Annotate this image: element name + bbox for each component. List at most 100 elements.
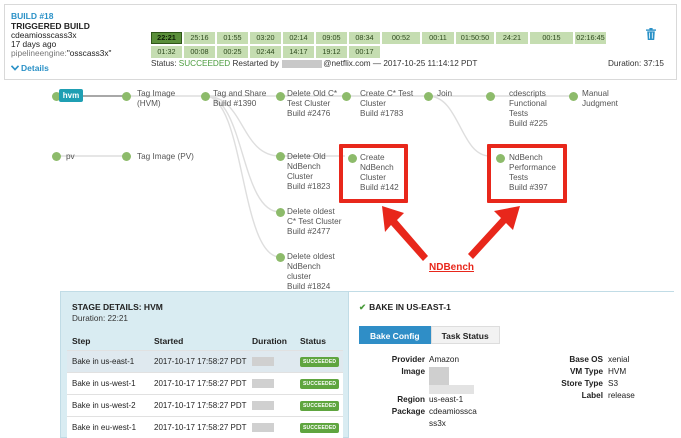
bake-fields-right-values: xenial HVM S3 release — [608, 355, 668, 415]
stage-duration-chip[interactable]: 00:08 — [184, 46, 215, 58]
stage-details-left: STAGE DETAILS: HVM Duration: 22:21 Step … — [61, 292, 347, 438]
field-value-provider: Amazon — [429, 355, 460, 364]
bake-fields-right-keys: Base OS VM Type Store Type Label — [529, 355, 603, 415]
field-key-label: Label — [581, 391, 603, 400]
field-key-base-os: Base OS — [569, 355, 603, 364]
stage-details-title: STAGE DETAILS: HVM — [72, 302, 163, 312]
stage-duration-chip[interactable]: 00:11 — [422, 32, 454, 44]
step-status: SUCCEEDED — [295, 349, 343, 372]
stage-duration-chip[interactable]: 00:52 — [382, 32, 420, 44]
stage-duration-chip[interactable]: 02:16:45 — [575, 32, 606, 44]
tab-bake-config[interactable]: Bake Config — [359, 326, 431, 344]
table-row[interactable]: Bake in eu-west-1 2017-10-17 17:58:27 PD… — [67, 415, 343, 438]
stage-duration-chip[interactable]: 02:14 — [283, 32, 314, 44]
step-duration — [247, 415, 295, 438]
check-icon: ✔ — [359, 302, 367, 312]
engine-label: pipelineengine: — [11, 48, 67, 58]
field-key-package: Package — [391, 407, 425, 416]
field-key-region: Region — [397, 395, 425, 404]
field-value-base-os: xenial — [608, 355, 630, 364]
field-value-package-cont: ss3x — [429, 419, 446, 428]
step-duration — [247, 349, 295, 372]
stage-duration-chip[interactable]: 01:32 — [151, 46, 182, 58]
bake-tabs: Bake Config Task Status — [359, 326, 500, 344]
status-badge: SUCCEEDED — [300, 378, 340, 389]
pipeline-engine: pipelineengine:"osscass3x" — [11, 49, 111, 58]
stage-duration-chip[interactable]: 08:34 — [349, 32, 380, 44]
restarted-by: Restarted by — [232, 59, 279, 68]
stage-duration-chip[interactable]: 25:16 — [184, 32, 215, 44]
arrow-to-create-ndbench — [382, 206, 428, 261]
build-card: BUILD #18 TRIGGERED BUILD cdeamiosscass3… — [4, 4, 677, 80]
step-name: Bake in us-west-2 — [67, 393, 149, 416]
stage-duration-chip[interactable]: 19:12 — [316, 46, 347, 58]
col-duration: Duration — [247, 332, 295, 350]
bake-details: ✔ BAKE IN US-EAST-1 Bake Config Task Stat… — [348, 292, 675, 438]
status-line: Status: SUCCEEDED Restarted by @netflix.… — [151, 59, 477, 69]
stage-duration: Duration: 22:21 — [72, 314, 128, 323]
field-key-store-type: Store Type — [561, 379, 603, 388]
bake-fields-left-keys: Provider Image Region Package — [349, 355, 425, 435]
step-status: SUCCEEDED — [295, 415, 343, 438]
stage-duration-chip[interactable]: 24:21 — [496, 32, 528, 44]
build-title[interactable]: BUILD #18 — [11, 11, 54, 21]
bake-title: ✔ BAKE IN US-EAST-1 — [359, 302, 451, 313]
stage-duration-chip[interactable]: 09:05 — [316, 32, 347, 44]
step-started: 2017-10-17 17:58:27 PDT — [149, 349, 247, 372]
details-toggle[interactable]: Details — [10, 63, 49, 74]
ndbench-annotation: NDBench — [429, 262, 475, 273]
field-value-region: us-east-1 — [429, 395, 464, 404]
step-name: Bake in eu-west-1 — [67, 415, 149, 438]
stage-duration-chip[interactable]: 01:55 — [217, 32, 248, 44]
field-key-provider: Provider — [391, 355, 425, 364]
steps-table: Step Started Duration Status Bake in us-… — [67, 332, 343, 438]
redacted-user — [282, 59, 323, 68]
col-status: Status — [295, 332, 343, 350]
tab-task-status[interactable]: Task Status — [430, 326, 500, 344]
step-started: 2017-10-17 17:58:27 PDT — [149, 371, 247, 394]
steps-header-row: Step Started Duration Status — [67, 332, 343, 350]
redacted-duration — [252, 378, 274, 388]
step-started: 2017-10-17 17:58:27 PDT — [149, 415, 247, 438]
stage-duration-grid: 22:21 25:16 01:55 03:20 02:14 09:05 08:34 00:52… — [151, 32, 606, 58]
field-value-label: release — [608, 391, 635, 400]
step-started: 2017-10-17 17:58:27 PDT — [149, 393, 247, 416]
total-duration: Duration: 37:15 — [608, 59, 664, 68]
table-row[interactable]: Bake in us-west-2 2017-10-17 17:58:27 PD… — [67, 393, 343, 416]
engine-value: "osscass3x" — [66, 48, 112, 58]
col-started: Started — [149, 332, 247, 350]
arrow-to-ndbench-tests — [468, 206, 520, 259]
stage-duration-chip[interactable]: 00:17 — [349, 46, 380, 58]
restarted-suffix: @netflix.com — 2017-10-25 11:14:12 PDT — [323, 59, 478, 68]
field-value-vm-type: HVM — [608, 367, 627, 376]
pipeline-execution-view: BUILD #18 TRIGGERED BUILD cdeamiosscass3… — [0, 0, 681, 438]
status-badge: SUCCEEDED — [300, 422, 340, 433]
redacted-image — [429, 367, 449, 385]
table-row[interactable]: Bake in us-east-1 2017-10-17 17:58:27 PD… — [67, 349, 343, 372]
stage-duration-chip[interactable]: 01:50:50 — [456, 32, 494, 44]
stage-details-panel: STAGE DETAILS: HVM Duration: 22:21 Step … — [60, 291, 675, 438]
pipeline-graph: hvm pv Tag Image (HVM) Tag Image (PV) Ta… — [0, 82, 681, 292]
step-duration — [247, 371, 295, 394]
step-status: SUCCEEDED — [295, 371, 343, 394]
col-step: Step — [67, 332, 149, 350]
trash-icon[interactable] — [646, 27, 656, 40]
stage-duration-chip[interactable]: 14:17 — [283, 46, 314, 58]
field-key-image: Image — [401, 367, 425, 376]
step-status: SUCCEEDED — [295, 393, 343, 416]
stage-duration-chip[interactable]: 00:15 — [530, 32, 573, 44]
chevron-down-icon — [10, 64, 20, 74]
details-label: Details — [21, 63, 49, 73]
field-value-store-type: S3 — [608, 379, 619, 388]
stage-duration-chip[interactable]: 02:44 — [250, 46, 281, 58]
stage-duration-chip[interactable]: 22:21 — [151, 32, 182, 44]
status-prefix: Status: — [151, 59, 177, 68]
stage-duration-chip[interactable]: 00:25 — [217, 46, 248, 58]
bake-title-text: BAKE IN US-EAST-1 — [369, 302, 451, 312]
step-duration — [247, 393, 295, 416]
step-name: Bake in us-east-1 — [67, 349, 149, 372]
table-row[interactable]: Bake in us-west-1 2017-10-17 17:58:27 PD… — [67, 371, 343, 394]
status-value: SUCCEEDED — [178, 59, 231, 68]
field-key-vm-type: VM Type — [569, 367, 603, 376]
stage-duration-chip[interactable]: 03:20 — [250, 32, 281, 44]
